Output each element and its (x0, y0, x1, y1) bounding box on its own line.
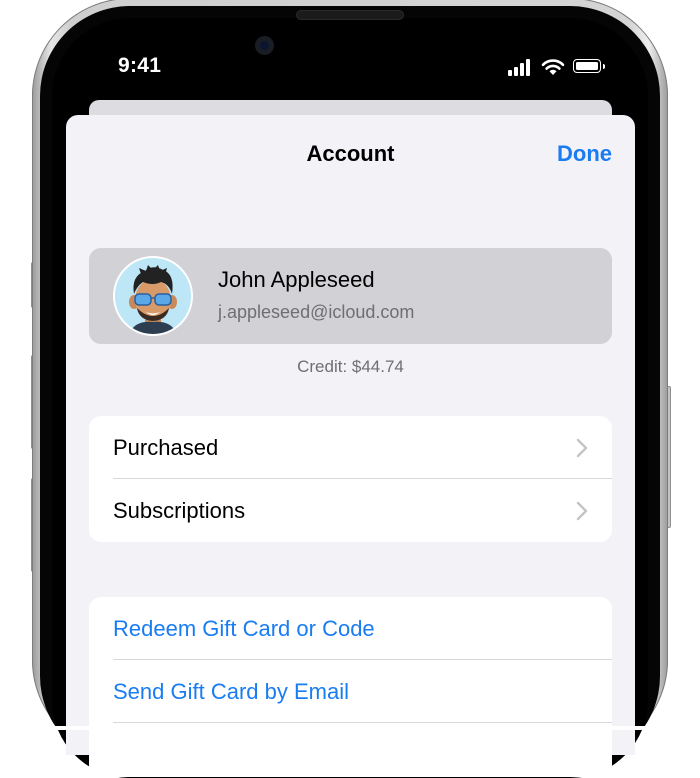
account-email: j.appleseed@icloud.com (218, 302, 415, 322)
chevron-right-icon (576, 438, 588, 458)
purchased-label: Purchased (113, 435, 219, 460)
chevron-right-icon (576, 501, 588, 521)
battery-icon (573, 59, 605, 73)
front-camera-icon (255, 36, 274, 55)
bottom-crop-edge (0, 726, 700, 730)
account-sheet: Account Done John Appleseed j.appleseed@… (66, 115, 635, 777)
avatar (113, 256, 193, 336)
purchased-row[interactable]: Purchased (89, 416, 612, 479)
cellular-signal-icon (508, 58, 534, 76)
credit-balance: Credit: $44.74 (297, 357, 404, 376)
wifi-icon (541, 59, 565, 75)
redeem-gift-card-row[interactable]: Redeem Gift Card or Code (89, 597, 612, 660)
library-group: Purchased Subscriptions (89, 416, 612, 542)
memoji-avatar-icon (129, 265, 177, 334)
send-gift-card-row[interactable]: Send Gift Card by Email (89, 660, 612, 723)
redeem-gift-card-link[interactable]: Redeem Gift Card or Code (113, 616, 375, 642)
send-gift-card-link[interactable]: Send Gift Card by Email (113, 679, 349, 705)
page-title: Account (306, 141, 395, 166)
subscriptions-label: Subscriptions (113, 498, 246, 523)
status-time: 9:41 (118, 54, 162, 77)
done-button[interactable]: Done (557, 141, 612, 167)
speaker-grille (296, 10, 404, 20)
account-card[interactable]: John Appleseed j.appleseed@icloud.com (89, 248, 612, 344)
subscriptions-row[interactable]: Subscriptions (89, 479, 612, 542)
row-divider (113, 722, 612, 723)
account-name: John Appleseed (218, 267, 375, 292)
gift-group: Redeem Gift Card or Code Send Gift Card … (89, 597, 612, 777)
